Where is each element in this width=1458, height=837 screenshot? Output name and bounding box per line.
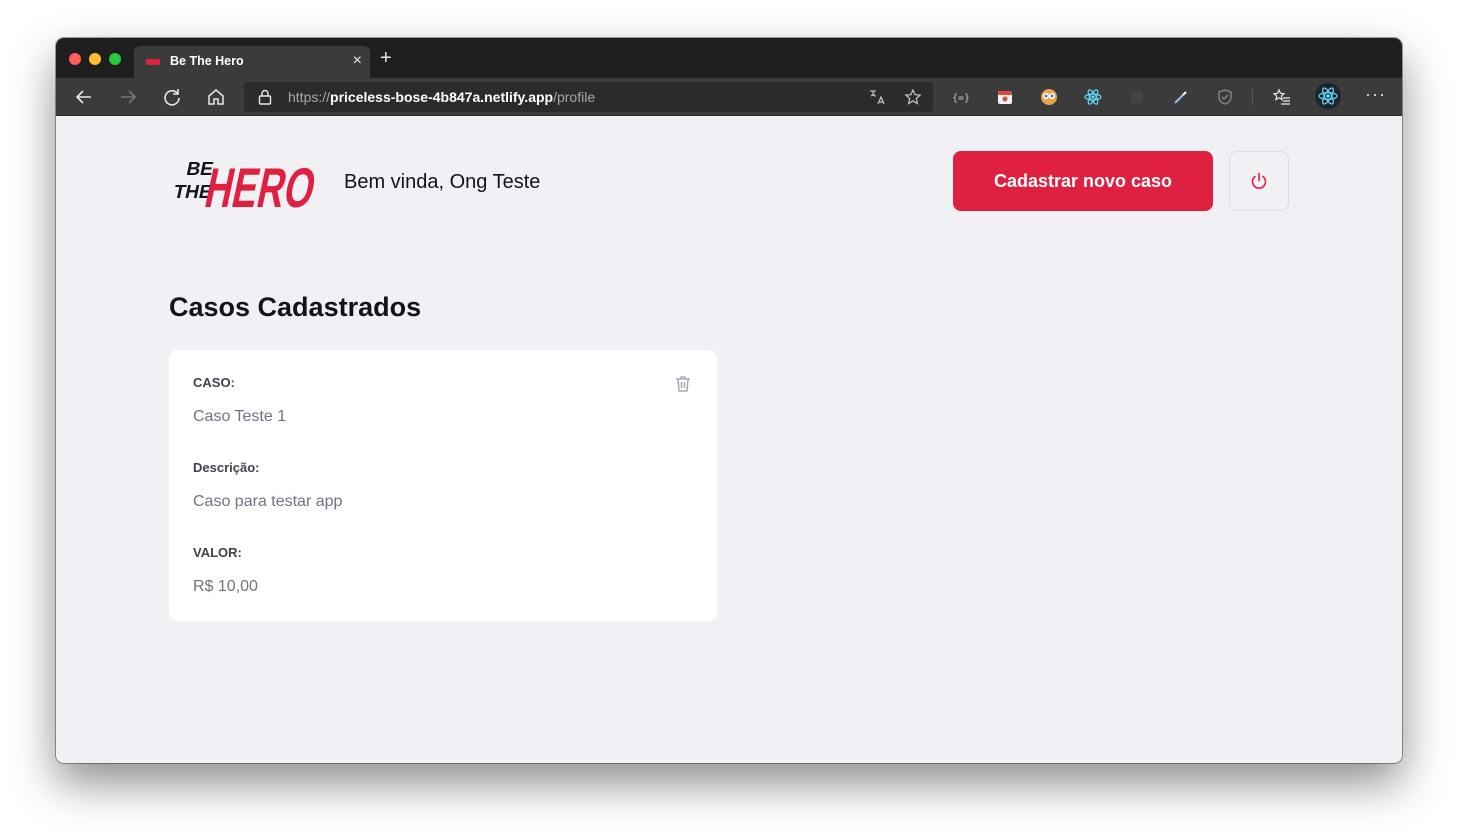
shield-icon[interactable] [1216,88,1234,106]
power-icon [1251,172,1267,189]
url-scheme: https:// [288,89,331,105]
favicon-icon [146,59,160,65]
page-content: BE THE HERO Bem vinda, Ong Teste Cadastr… [56,117,1402,763]
tab-title: Be The Hero [170,54,244,68]
case-card: CASO: Caso Teste 1 Descrição: Caso para … [169,350,717,621]
tab-close-icon[interactable]: × [353,52,362,70]
home-icon[interactable] [206,87,226,107]
back-icon[interactable] [74,87,94,107]
blank-extension-icon[interactable] [1128,88,1146,106]
lock-icon [258,89,272,105]
tab-be-the-hero[interactable]: Be The Hero × [134,46,370,78]
maximize-window-button[interactable] [109,53,121,65]
svg-text:{=}: {=} [952,93,970,104]
address-bar[interactable]: https://priceless-bose-4b847a.netlify.ap… [244,82,933,112]
new-tab-button[interactable]: + [380,48,392,68]
url-host: priceless-bose-4b847a.netlify.app [330,89,554,105]
calendar-extension-icon[interactable] [996,88,1014,106]
page-title: Casos Cadastrados [169,292,422,322]
case-label: CASO: [193,375,235,390]
refresh-icon[interactable] [162,87,182,107]
case-value: Caso Teste 1 [193,408,287,425]
json-extension-icon[interactable]: {=} [952,88,970,106]
url-path: /profile [553,89,596,105]
logout-button[interactable] [1229,151,1289,211]
browser-window: Be The Hero × + https://priceless-bose-4… [56,38,1402,763]
svg-text:HERO: HERO [200,157,321,213]
url-text[interactable]: https://priceless-bose-4b847a.netlify.ap… [288,89,595,105]
description-label: Descrição: [193,460,260,475]
description-value: Caso para testar app [193,493,343,510]
react-profile-icon[interactable] [1315,83,1341,109]
welcome-text: Bem vinda, Ong Teste [344,171,541,193]
favorites-list-icon[interactable] [1273,88,1291,106]
new-case-button[interactable]: Cadastrar novo caso [953,151,1213,211]
value-amount: R$ 10,00 [193,578,258,595]
minimize-window-button[interactable] [89,53,101,65]
owl-extension-icon[interactable] [1040,88,1058,106]
react-devtools-icon[interactable] [1084,88,1102,106]
tab-bar: Be The Hero × + [56,38,1402,78]
browser-toolbar: https://priceless-bose-4b847a.netlify.ap… [56,78,1402,116]
more-menu-icon[interactable]: ··· [1365,84,1386,105]
translate-icon[interactable] [868,88,886,106]
toolbar-divider [1252,89,1253,105]
trash-icon[interactable] [673,374,693,394]
color-picker-icon[interactable] [1172,88,1190,106]
close-window-button[interactable] [69,53,81,65]
favorite-star-icon[interactable] [904,88,922,106]
be-the-hero-logo: BE THE HERO [172,157,321,213]
value-label: VALOR: [193,545,242,560]
forward-icon[interactable] [118,87,138,107]
